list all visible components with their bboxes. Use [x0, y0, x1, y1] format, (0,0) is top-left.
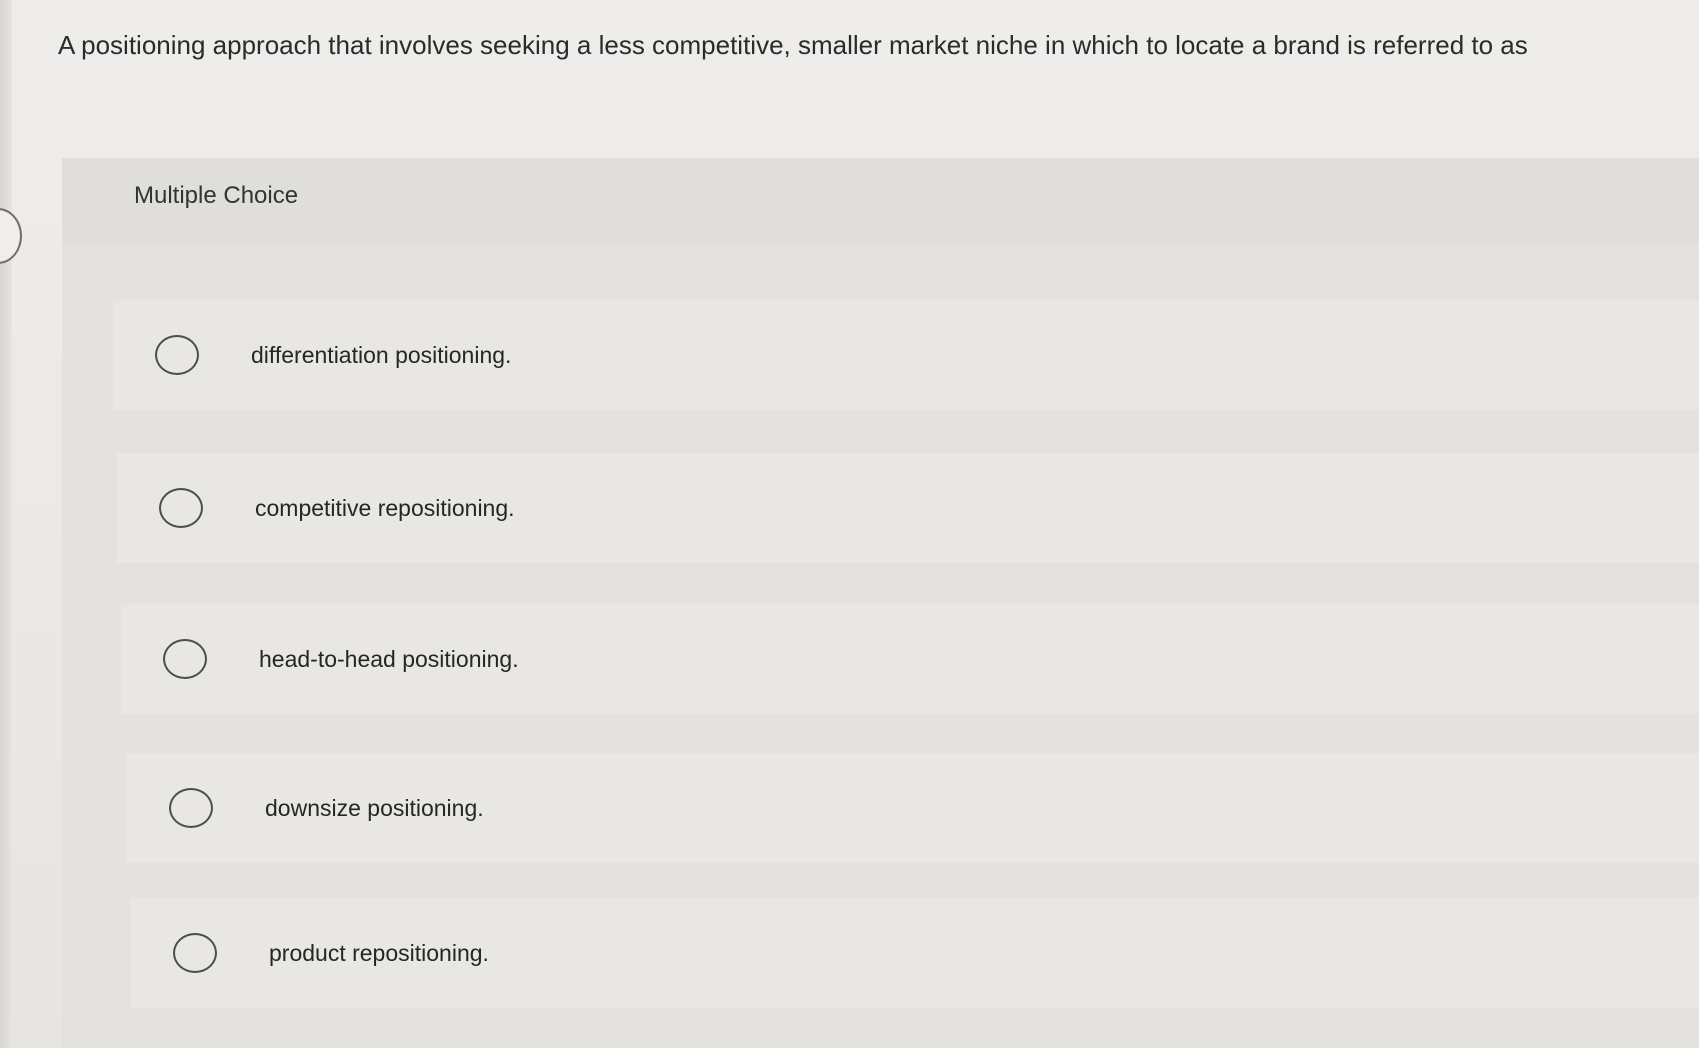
- option-label: head-to-head positioning.: [259, 645, 519, 672]
- options-list: differentiation positioning. competitive…: [0, 0, 1699, 1048]
- radio-button-icon[interactable]: [155, 335, 199, 375]
- option-5[interactable]: product repositioning.: [131, 898, 1699, 1008]
- radio-button-icon[interactable]: [173, 933, 217, 973]
- quiz-page: A positioning approach that involves see…: [0, 0, 1699, 1048]
- radio-button-icon[interactable]: [163, 639, 207, 679]
- option-2[interactable]: competitive repositioning.: [117, 453, 1699, 563]
- option-1[interactable]: differentiation positioning.: [113, 300, 1699, 410]
- radio-button-icon[interactable]: [159, 488, 203, 528]
- option-label: downsize positioning.: [265, 794, 484, 821]
- option-label: competitive repositioning.: [255, 494, 515, 521]
- radio-button-icon[interactable]: [169, 788, 213, 828]
- option-label: differentiation positioning.: [251, 341, 512, 368]
- option-label: product repositioning.: [269, 939, 489, 966]
- option-3[interactable]: head-to-head positioning.: [121, 604, 1699, 714]
- option-4[interactable]: downsize positioning.: [127, 753, 1699, 863]
